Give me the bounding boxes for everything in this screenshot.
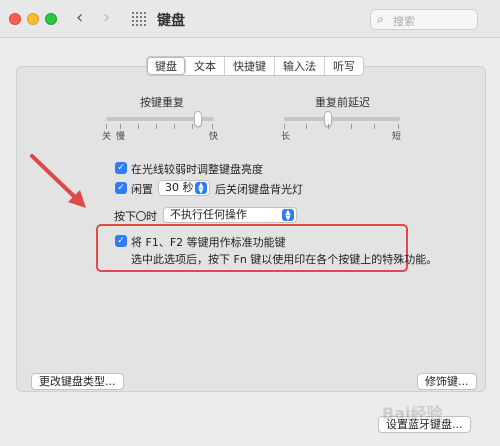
delay-track[interactable] — [284, 117, 400, 121]
search-placeholder: 搜索 — [393, 15, 415, 28]
key-repeat-fast-label: 快 — [209, 132, 219, 142]
idle-duration-value: 30 秒 — [165, 181, 194, 194]
key-repeat-thumb[interactable] — [194, 111, 202, 127]
tick — [374, 124, 375, 129]
zoom-button[interactable] — [45, 13, 57, 25]
modifier-keys-button[interactable]: 修饰键... — [417, 373, 477, 390]
press-globe-label: 按下时 — [114, 208, 157, 224]
idle-duration-select[interactable]: 30 秒 ▲ ▼ — [158, 180, 210, 196]
idle-checkbox[interactable]: ✓ — [115, 182, 127, 194]
tick — [351, 124, 352, 129]
show-all-grid-icon[interactable] — [132, 12, 146, 26]
close-button[interactable] — [9, 13, 21, 25]
tick — [192, 124, 193, 129]
tab-dictation[interactable]: 听写 — [325, 57, 363, 75]
search-icon: ⌕ — [377, 12, 384, 26]
change-keyboard-type-button[interactable]: 更改键盘类型... — [31, 373, 124, 390]
delay-label: 重复前延迟 — [315, 96, 370, 109]
press-prefix: 按下 — [114, 210, 136, 223]
tick — [138, 124, 139, 129]
watermark: Bai经验 — [382, 404, 443, 423]
tick — [156, 124, 157, 129]
fn-keys-label: 将 F1、F2 等键用作标准功能键 — [131, 236, 286, 249]
back-arrow-icon[interactable]: ‹ — [76, 9, 83, 27]
tab-bar: 键盘 文本 快捷键 输入法 听写 — [146, 56, 364, 76]
window-title: 键盘 — [157, 13, 185, 29]
stepper-icon: ▲ ▼ — [195, 182, 207, 195]
search-input[interactable]: ⌕ 搜索 — [370, 9, 478, 30]
key-repeat-slow-label: 慢 — [116, 132, 126, 142]
tick — [306, 124, 307, 129]
tab-shortcuts[interactable]: 快捷键 — [225, 57, 275, 75]
fn-keys-description: 选中此选项后，按下 Fn 键以使用印在各个按键上的特殊功能。 — [131, 253, 438, 266]
idle-prefix: 闲置 — [131, 183, 153, 196]
system-preferences-window: ‹ › 键盘 ⌕ 搜索 键盘 文本 快捷键 输入法 听写 按键重复 关 慢 快 … — [0, 0, 500, 446]
key-repeat-off-label: 关 — [102, 132, 112, 142]
globe-action-value: 不执行任何操作 — [170, 208, 247, 221]
globe-action-select[interactable]: 不执行任何操作 ▲ ▼ — [163, 207, 297, 223]
globe-icon — [136, 211, 146, 221]
tick — [174, 124, 175, 129]
tick — [328, 124, 329, 129]
red-arrow-icon — [30, 154, 86, 208]
tab-input-sources[interactable]: 输入法 — [275, 57, 325, 75]
key-repeat-label: 按键重复 — [140, 96, 184, 109]
stepper-icon: ▲ ▼ — [282, 209, 294, 222]
delay-short-label: 短 — [392, 132, 402, 142]
titlebar: ‹ › 键盘 ⌕ 搜索 — [0, 0, 500, 38]
brightness-label: 在光线较弱时调整键盘亮度 — [131, 163, 263, 176]
brightness-checkbox[interactable]: ✓ — [115, 162, 127, 174]
tab-keyboard[interactable]: 键盘 — [147, 57, 186, 75]
idle-suffix: 后关闭键盘背光灯 — [215, 183, 303, 196]
fn-keys-checkbox[interactable]: ✓ — [115, 235, 127, 247]
delay-long-label: 长 — [281, 132, 291, 142]
forward-arrow-icon[interactable]: › — [103, 9, 110, 27]
press-suffix: 时 — [146, 210, 157, 223]
minimize-button[interactable] — [27, 13, 39, 25]
tab-text[interactable]: 文本 — [186, 57, 225, 75]
